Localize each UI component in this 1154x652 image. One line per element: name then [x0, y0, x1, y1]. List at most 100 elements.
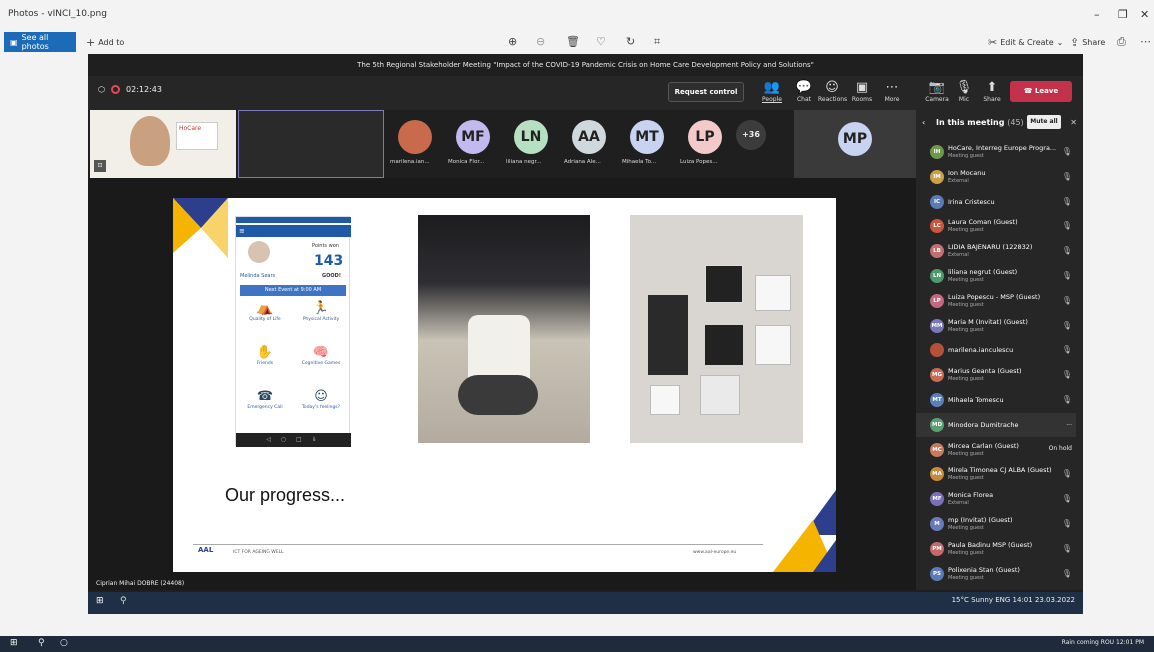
- task-view-icon[interactable]: ○: [60, 638, 68, 648]
- share-icon: ⇪: [1070, 36, 1080, 49]
- mic-muted-icon[interactable]: 🎙: [1062, 519, 1072, 528]
- pin-icon[interactable]: ⊡: [94, 160, 106, 172]
- toolbar-label: Chat: [796, 96, 812, 103]
- mic-muted-icon[interactable]: 🎙: [1062, 494, 1072, 503]
- participant-avatar[interactable]: MF: [456, 120, 490, 154]
- participant-row[interactable]: LB LIDIA BAJENARU (122832) External 🎙: [916, 239, 1076, 263]
- participant-row[interactable]: IM Ion Mocanu External 🎙: [916, 165, 1076, 189]
- avatar: MA: [930, 467, 944, 482]
- participant-name: Mircea Carlan (Guest): [948, 441, 1019, 450]
- participant-row[interactable]: MM Maria M (Invitat) (Guest) Meeting guest…: [916, 314, 1076, 338]
- mic-muted-icon[interactable]: 🎙: [1062, 370, 1072, 379]
- participant-name: Mihaela Tomescu: [948, 396, 1004, 404]
- app-title-bar: Photos - vINCI_10.png – ❐ ✕: [0, 0, 1154, 30]
- mic-muted-icon[interactable]: 🎙: [1062, 246, 1072, 255]
- participant-row[interactable]: PM Paula Badinu MSP (Guest) Meeting guest 🎙: [916, 537, 1076, 561]
- participant-row[interactable]: LC Laura Coman (Guest) Meeting guest 🎙: [916, 214, 1076, 238]
- participant-row[interactable]: MD Minodora Dumitrache...: [916, 412, 1076, 437]
- participant-name: liliana negrut (Guest): [948, 268, 1018, 276]
- participant-row[interactable]: MF Monica Florea External 🎙: [916, 487, 1076, 511]
- edit-create-button[interactable]: ✂ Edit & Create ⌄: [988, 36, 1063, 49]
- cognitive-games-icon: 🧠: [312, 345, 330, 360]
- leave-button[interactable]: ☎ Leave: [1010, 81, 1072, 102]
- feature-item: ✋ Friends: [240, 345, 290, 366]
- print-icon[interactable]: ⎙: [1117, 35, 1126, 49]
- toolbar-camera-button[interactable]: 📷 Camera: [923, 79, 951, 103]
- zoom-out-icon[interactable]: ⊖: [536, 35, 545, 48]
- restore-icon[interactable]: ❐: [1118, 8, 1128, 21]
- request-control-button[interactable]: Request control: [668, 82, 744, 102]
- participant-name: Marius Geanta (Guest): [948, 367, 1022, 376]
- participant-name: Polixenia Stan (Guest): [948, 565, 1020, 574]
- participant-avatar[interactable]: MT: [630, 120, 664, 154]
- participant-row[interactable]: IC Irina Cristescu 🎙: [916, 190, 1076, 214]
- participant-row[interactable]: IH HoCare, Interreg Europe Progra... Meeti…: [916, 140, 1076, 164]
- clock[interactable]: 12:01 PM: [1116, 639, 1144, 646]
- participant-avatar[interactable]: LP: [688, 120, 722, 154]
- feature-label: Quality of Life: [249, 317, 281, 322]
- toolbar-mic-button[interactable]: 🎙 Mic: [950, 79, 978, 103]
- participant-row[interactable]: MC Mircea Carlan (Guest) Meeting guest On h…: [916, 438, 1076, 462]
- points-value: 143: [314, 253, 344, 269]
- minimize-icon[interactable]: –: [1094, 8, 1100, 21]
- zoom-in-icon[interactable]: ⊕: [508, 35, 517, 48]
- participant-row[interactable]: LN liliana negrut (Guest) Meeting guest 🎙: [916, 264, 1076, 288]
- start-icon[interactable]: ⊞: [10, 638, 18, 648]
- participant-row[interactable]: marilena.ianculescu 🎙: [916, 338, 1076, 362]
- toolbar-label: Camera: [925, 96, 949, 103]
- participant-row[interactable]: LP Luiza Popescu - MSP (Guest) Meeting gue…: [916, 289, 1076, 313]
- participant-avatar[interactable]: LN: [514, 120, 548, 154]
- collapse-icon[interactable]: ‹: [922, 110, 925, 136]
- avatar: LC: [930, 219, 944, 234]
- participant-row[interactable]: MG Marius Geanta (Guest) Meeting guest 🎙: [916, 363, 1076, 387]
- mute-all-button[interactable]: Mute all: [1027, 115, 1061, 129]
- toolbar-people-button[interactable]: 👥 People: [758, 79, 786, 103]
- favorite-icon[interactable]: ♡: [596, 35, 606, 48]
- add-to-button[interactable]: + Add to: [86, 36, 124, 49]
- toolbar-chat-button[interactable]: 💬 Chat: [790, 79, 818, 103]
- more-participants-badge[interactable]: +36: [736, 120, 766, 150]
- toolbar-more-button[interactable]: ⋯ More: [878, 79, 906, 103]
- close-panel-icon[interactable]: ✕: [1070, 110, 1077, 136]
- mic-muted-icon[interactable]: 🎙: [1062, 197, 1072, 206]
- see-all-photos-button[interactable]: ▣ See all photos: [4, 32, 76, 52]
- participant-row[interactable]: Mmp (Invitat) (Guest) Meeting guest 🎙: [916, 512, 1076, 536]
- search-icon[interactable]: ⚲: [38, 638, 45, 648]
- participant-row[interactable]: PS Polixenia Stan (Guest) Meeting guest 🎙: [916, 562, 1076, 586]
- people-panel-title: In this meeting: [936, 118, 1005, 127]
- more-icon[interactable]: ⋯: [1140, 35, 1151, 48]
- toolbar-rooms-button[interactable]: ▣ Rooms: [848, 79, 876, 103]
- meeting-toolbar: ⬡ 02:12:43 Request control ☎ Leave 👥 Peop…: [88, 76, 1083, 110]
- participant-name: Ion Mocanu: [948, 168, 986, 177]
- close-icon[interactable]: ✕: [1140, 8, 1149, 21]
- avatar: MD: [930, 417, 944, 432]
- toolbar-share-button[interactable]: ⬆ Share: [978, 79, 1006, 103]
- mic-muted-icon[interactable]: 🎙: [1062, 296, 1072, 305]
- rotate-icon[interactable]: ↻: [626, 35, 635, 48]
- timer-text: 02:12:43: [125, 85, 162, 94]
- share-button[interactable]: ⇪ Share: [1070, 36, 1105, 49]
- mic-muted-icon[interactable]: 🎙: [1062, 172, 1072, 181]
- mic-muted-icon[interactable]: 🎙: [1062, 271, 1072, 280]
- mic-muted-icon[interactable]: 🎙: [1062, 345, 1072, 354]
- participant-avatar[interactable]: AA: [572, 120, 606, 154]
- crop-icon[interactable]: ⌗: [654, 35, 660, 49]
- mic-muted-icon[interactable]: 🎙: [1062, 147, 1072, 156]
- mic-muted-icon[interactable]: 🎙: [1062, 569, 1072, 578]
- toolbar-reactions-button[interactable]: ☺ Reactions: [818, 79, 847, 103]
- avatar: MG: [930, 368, 944, 383]
- participant-row[interactable]: MT Mihaela Tomescu 🎙: [916, 388, 1076, 412]
- phone-nav-bar: ≡: [236, 225, 351, 237]
- mic-muted-icon[interactable]: 🎙: [1062, 395, 1072, 404]
- mic-muted-icon[interactable]: 🎙: [1062, 221, 1072, 230]
- participant-avatar[interactable]: [398, 120, 432, 154]
- physical-activity-icon: 🏃: [312, 301, 330, 316]
- mic-muted-icon[interactable]: 🎙: [1062, 544, 1072, 553]
- participant-role: Meeting guest: [948, 574, 984, 581]
- leave-label: Leave: [1034, 87, 1059, 95]
- mic-muted-icon[interactable]: 🎙: [1062, 321, 1072, 330]
- language-indicator[interactable]: ROU: [1101, 639, 1114, 646]
- participant-row[interactable]: MA Mirela Timonea CJ ALBA (Guest) Meeting …: [916, 462, 1076, 486]
- delete-icon[interactable]: 🗑: [566, 35, 580, 48]
- mic-muted-icon[interactable]: 🎙: [1062, 469, 1072, 478]
